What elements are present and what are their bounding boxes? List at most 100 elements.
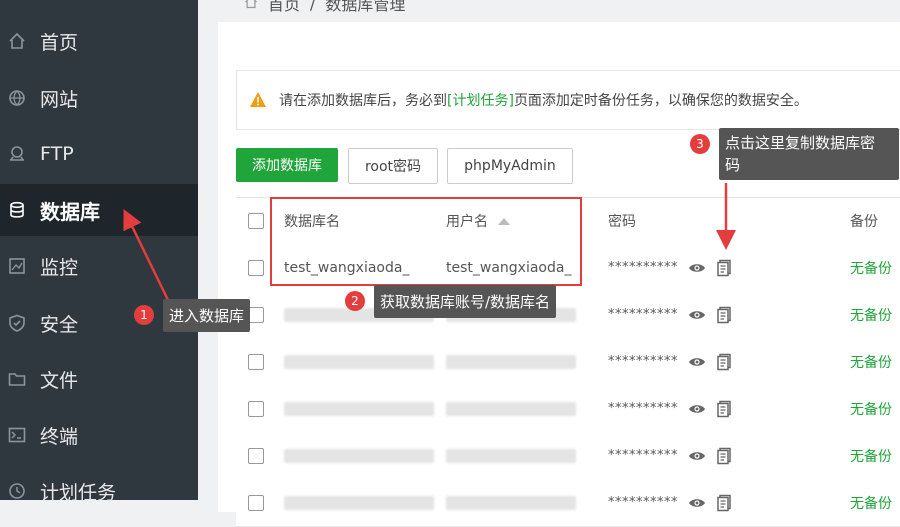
copy-password-cell [715, 291, 733, 338]
eye-icon[interactable] [688, 353, 706, 371]
phpmyadmin-button[interactable]: phpMyAdmin [447, 148, 573, 184]
show-password-cell [688, 385, 706, 432]
row-checkbox[interactable] [248, 400, 264, 417]
backup-notice: 请在添加数据库后，务必到 [计划任务] 页面添加定时备份任务，以确保您的数据安全。 [236, 70, 900, 130]
redacted-text [446, 495, 576, 510]
sidebar-item-monitor[interactable]: 监控 [0, 240, 198, 292]
copy-icon[interactable] [715, 400, 733, 418]
step-3-line2: 码 [725, 156, 741, 174]
folder-icon [8, 370, 26, 388]
row-checkbox[interactable] [248, 494, 264, 511]
show-password-cell [688, 244, 706, 291]
table-row: ********** 无备份 [236, 291, 900, 339]
select-all-cell [248, 198, 264, 244]
sidebar-item-label: 文件 [40, 369, 79, 392]
copy-password-cell [715, 385, 733, 432]
copy-icon[interactable] [715, 447, 733, 465]
row-checkbox[interactable] [248, 306, 264, 323]
sidebar-item-label: 安全 [40, 313, 79, 336]
sidebar-item-cron[interactable]: 计划任务 [0, 465, 198, 517]
sidebar-item-home[interactable]: 首页 [0, 15, 198, 67]
copy-icon[interactable] [715, 494, 733, 512]
password-cell: ********** [608, 307, 678, 322]
username-cell [446, 432, 576, 479]
sidebar-item-label: 首页 [40, 31, 79, 54]
row-checkbox[interactable] [248, 353, 264, 370]
home-icon [8, 32, 26, 50]
db-name-cell [284, 385, 434, 432]
highlight-db-credentials [270, 197, 582, 286]
sidebar-item-label: 网站 [40, 88, 79, 111]
show-password-cell [688, 291, 706, 338]
step-3-line1: 点击这里复制数据库密 [725, 134, 876, 152]
copy-password-cell [715, 479, 733, 526]
row-checkbox[interactable] [248, 259, 264, 276]
sidebar-item-files[interactable]: 文件 [0, 353, 198, 405]
breadcrumb: 首页 / 数据库管理 [244, 0, 405, 15]
db-name-cell [284, 479, 434, 526]
add-database-button[interactable]: 添加数据库 [236, 148, 338, 182]
backup-status[interactable]: 无备份 [850, 244, 892, 291]
sidebar-item-label: 数据库 [40, 199, 100, 224]
eye-icon[interactable] [688, 494, 706, 512]
row-select-cell [248, 479, 264, 526]
step-1-tooltip: 进入数据库 [163, 299, 251, 332]
backup-status[interactable]: 无备份 [850, 432, 892, 479]
redacted-text [284, 401, 434, 416]
copy-icon[interactable] [715, 353, 733, 371]
select-all-checkbox[interactable] [248, 213, 264, 229]
backup-status[interactable]: 无备份 [850, 338, 892, 385]
row-select-cell [248, 291, 264, 338]
ftp-icon [8, 145, 26, 163]
backup-status[interactable]: 无备份 [850, 385, 892, 432]
eye-icon[interactable] [688, 400, 706, 418]
redacted-text [284, 448, 434, 463]
db-name-cell [284, 338, 434, 385]
eye-icon[interactable] [688, 306, 706, 324]
row-select-cell [248, 338, 264, 385]
breadcrumb-home[interactable]: 首页 [268, 0, 300, 15]
sidebar-item-ftp[interactable]: FTP [0, 128, 198, 180]
row-select-cell [248, 385, 264, 432]
sidebar-item-label: 终端 [40, 425, 79, 448]
redacted-text [284, 354, 434, 369]
step-1-badge: 1 [134, 305, 154, 325]
backup-status[interactable]: 无备份 [850, 291, 892, 338]
copy-icon[interactable] [715, 259, 733, 277]
eye-icon[interactable] [688, 259, 706, 277]
redacted-text [446, 448, 576, 463]
redacted-text [284, 495, 434, 510]
home-icon[interactable] [244, 0, 258, 13]
password-cell: ********** [608, 354, 678, 369]
row-checkbox[interactable] [248, 447, 264, 464]
clock-icon [8, 482, 26, 500]
username-cell [446, 385, 576, 432]
db-name-cell [284, 432, 434, 479]
warning-icon [250, 92, 266, 107]
terminal-icon [8, 426, 26, 444]
row-select-cell [248, 432, 264, 479]
sidebar-item-website[interactable]: 网站 [0, 72, 198, 124]
redacted-text [446, 354, 576, 369]
password-cell: ********** [608, 495, 678, 510]
backup-status[interactable]: 无备份 [850, 479, 892, 526]
breadcrumb-current: 数据库管理 [325, 0, 406, 14]
eye-icon[interactable] [688, 447, 706, 465]
cron-task-link[interactable]: [计划任务] [447, 90, 514, 110]
monitor-icon [8, 257, 26, 275]
breadcrumb-separator: / [310, 0, 316, 13]
sidebar-item-terminal[interactable]: 终端 [0, 409, 198, 461]
table-row: ********** 无备份 [236, 338, 900, 386]
username-cell [446, 479, 576, 526]
root-password-button[interactable]: root密码 [348, 148, 438, 184]
row-select-cell [248, 244, 264, 291]
sidebar-item-database[interactable]: 数据库 [0, 184, 198, 236]
sidebar-item-label: FTP [40, 143, 74, 165]
copy-icon[interactable] [715, 306, 733, 324]
table-row: ********** 无备份 [236, 385, 900, 433]
redacted-text [446, 401, 576, 416]
show-password-cell [688, 432, 706, 479]
table-row: ********** 无备份 [236, 432, 900, 480]
shield-icon [8, 314, 26, 332]
step-3-tooltip: 点击这里复制数据库密 码 [719, 128, 899, 180]
